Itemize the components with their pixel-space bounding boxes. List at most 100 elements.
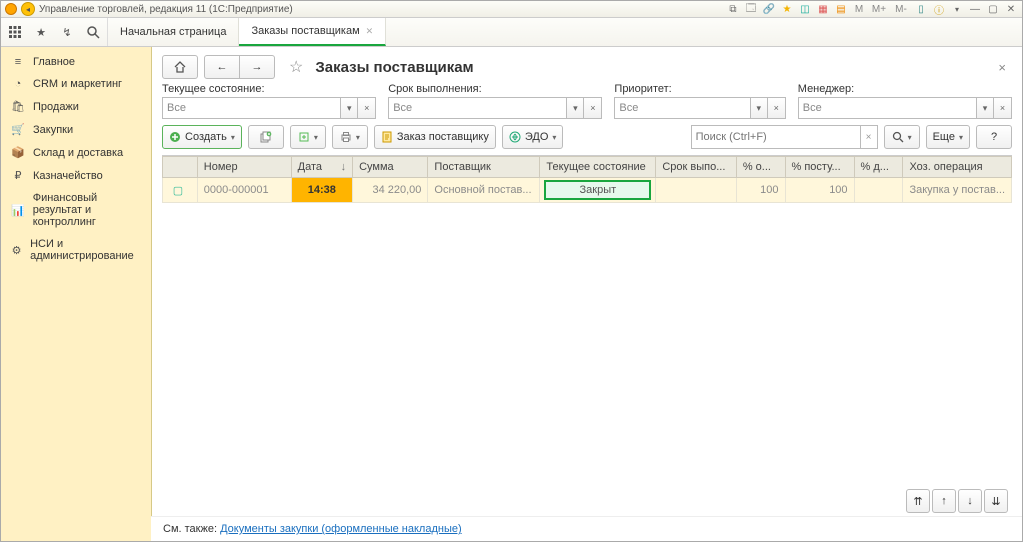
tab-label: Начальная страница bbox=[120, 26, 226, 38]
sidebar-item-main[interactable]: ≡Главное bbox=[1, 51, 151, 73]
filter-label: Срок выполнения: bbox=[388, 83, 602, 95]
tb-mplus[interactable]: M+ bbox=[870, 3, 888, 15]
tb-info-icon[interactable]: ⓘ bbox=[932, 3, 946, 15]
col-date[interactable]: Дата↓ bbox=[291, 157, 352, 178]
tb-dropdown-icon[interactable]: ▾ bbox=[950, 3, 964, 15]
see-also: См. также: Документы закупки (оформленны… bbox=[151, 516, 1022, 541]
col-pct-o[interactable]: % о... bbox=[736, 157, 785, 178]
filter-deadline-input[interactable] bbox=[388, 97, 566, 119]
col-pct-in[interactable]: % посту... bbox=[785, 157, 854, 178]
col-supplier[interactable]: Поставщик bbox=[428, 157, 540, 178]
dropdown-icon[interactable]: ▾ bbox=[976, 97, 994, 119]
see-also-link[interactable]: Документы закупки (оформленные накладные… bbox=[220, 523, 462, 535]
star-icon[interactable]: ★ bbox=[33, 24, 49, 40]
nav-last-button[interactable]: ⇊ bbox=[984, 489, 1008, 513]
dropdown-icon[interactable]: ▾ bbox=[340, 97, 358, 119]
cell-pct-o: 100 bbox=[736, 178, 785, 203]
search-input[interactable] bbox=[691, 125, 860, 149]
gear-icon: ⚙ bbox=[11, 244, 22, 257]
button-label: Еще bbox=[933, 131, 955, 143]
col-op[interactable]: Хоз. операция bbox=[903, 157, 1012, 178]
filter-deadline: Срок выполнения: ▾ × bbox=[388, 83, 602, 119]
sidebar-item-crm[interactable]: ◔ CRM и маркетинг bbox=[1, 73, 151, 95]
window-maximize[interactable]: ▢ bbox=[986, 3, 1000, 15]
page-header: ← → ☆ Заказы поставщикам × bbox=[152, 47, 1022, 83]
status-badge: Закрыт bbox=[544, 180, 651, 200]
chevron-down-icon: ▾ bbox=[356, 133, 360, 142]
col-label: Дата bbox=[298, 161, 322, 173]
nav-back-button[interactable]: ← bbox=[204, 55, 240, 79]
col-number[interactable]: Номер bbox=[197, 157, 291, 178]
tb-icon-5[interactable]: ▦ bbox=[816, 3, 830, 15]
search-button[interactable]: ▾ bbox=[884, 125, 920, 149]
edo-button[interactable]: ЭДО ▾ bbox=[502, 125, 564, 149]
filter-priority: Приоритет: ▾ × bbox=[614, 83, 785, 119]
cell-number: 0000-000001 bbox=[197, 178, 291, 203]
tab-label: Заказы поставщикам bbox=[251, 25, 359, 37]
filter-state-input[interactable] bbox=[162, 97, 340, 119]
clear-icon[interactable]: × bbox=[994, 97, 1012, 119]
filter-manager-input[interactable] bbox=[798, 97, 976, 119]
nav-home-button[interactable] bbox=[162, 55, 198, 79]
col-pct-d[interactable]: % д... bbox=[854, 157, 903, 178]
sidebar-item-sales[interactable]: 🛍Продажи bbox=[1, 95, 151, 118]
filter-priority-input[interactable] bbox=[614, 97, 749, 119]
tb-icon-6[interactable]: ▤ bbox=[834, 3, 848, 15]
sidebar-item-label: CRM и маркетинг bbox=[33, 78, 122, 90]
table-row[interactable]: ▢ 0000-000001 14:38 34 220,00 Основной п… bbox=[163, 178, 1012, 203]
sidebar-item-fin[interactable]: 📊Финансовый результат и контроллинг bbox=[1, 187, 151, 233]
print-button[interactable]: ▾ bbox=[332, 125, 368, 149]
link-icon[interactable]: ↯ bbox=[59, 24, 75, 40]
titlebar-back-icon[interactable]: ◂ bbox=[21, 2, 35, 16]
tab-home[interactable]: Начальная страница bbox=[108, 18, 239, 46]
tb-mminus[interactable]: M- bbox=[892, 3, 910, 15]
more-button[interactable]: Еще▾ bbox=[926, 125, 970, 149]
dropdown-icon[interactable]: ▾ bbox=[566, 97, 584, 119]
tb-icon-2[interactable]: 🗔 bbox=[744, 3, 758, 15]
tb-icon-4[interactable]: ◫ bbox=[798, 3, 812, 15]
sidebar-item-nsi[interactable]: ⚙НСИ и администрирование bbox=[1, 233, 151, 267]
table-header-row: Номер Дата↓ Сумма Поставщик Текущее сост… bbox=[163, 157, 1012, 178]
clear-icon[interactable]: × bbox=[768, 97, 786, 119]
sidebar-item-label: Склад и доставка bbox=[33, 147, 123, 159]
copy-button[interactable] bbox=[248, 125, 284, 149]
chevron-down-icon: ▾ bbox=[552, 133, 556, 142]
refresh-button[interactable]: ▾ bbox=[290, 125, 326, 149]
home-icon: ≡ bbox=[11, 56, 25, 68]
create-button[interactable]: Создать ▾ bbox=[162, 125, 242, 149]
tb-star-icon[interactable]: ★ bbox=[780, 3, 794, 15]
tab-close-icon[interactable]: ✕ bbox=[366, 26, 374, 37]
tab-orders[interactable]: Заказы поставщикам ✕ bbox=[239, 18, 386, 46]
col-deadline[interactable]: Срок выпо... bbox=[656, 157, 736, 178]
col-state[interactable]: Текущее состояние bbox=[540, 157, 656, 178]
search-icon[interactable] bbox=[85, 24, 101, 40]
dropdown-icon[interactable]: ▾ bbox=[750, 97, 768, 119]
nav-first-button[interactable]: ⇈ bbox=[906, 489, 930, 513]
sidebar-item-label: Продажи bbox=[33, 101, 79, 113]
sidebar-item-purchases[interactable]: 🛒Закупки bbox=[1, 118, 151, 141]
col-icon[interactable] bbox=[163, 157, 198, 178]
nav-up-button[interactable]: ↑ bbox=[932, 489, 956, 513]
window-minimize[interactable]: — bbox=[968, 3, 982, 15]
clear-icon[interactable]: × bbox=[584, 97, 602, 119]
sidebar-item-treasury[interactable]: ₽Казначейство bbox=[1, 164, 151, 187]
col-sum[interactable]: Сумма bbox=[353, 157, 428, 178]
favorite-star-icon[interactable]: ☆ bbox=[289, 57, 303, 77]
nav-forward-button[interactable]: → bbox=[240, 55, 275, 79]
close-page-button[interactable]: × bbox=[992, 60, 1012, 75]
cell-date: 14:38 bbox=[291, 178, 352, 203]
sidebar-item-warehouse[interactable]: 📦Склад и доставка bbox=[1, 141, 151, 164]
clear-search-icon[interactable]: × bbox=[860, 125, 878, 149]
tb-icon-7[interactable]: ▯ bbox=[914, 3, 928, 15]
order-supplier-button[interactable]: Заказ поставщику bbox=[374, 125, 496, 149]
nav-down-button[interactable]: ↓ bbox=[958, 489, 982, 513]
tb-icon-3[interactable]: 🔗 bbox=[762, 3, 776, 15]
cell-pct-d bbox=[854, 178, 903, 203]
clear-icon[interactable]: × bbox=[358, 97, 376, 119]
tb-icon-1[interactable]: ⧉ bbox=[726, 3, 740, 15]
apps-icon[interactable] bbox=[7, 24, 23, 40]
crm-icon: ◔ bbox=[11, 78, 25, 90]
help-button[interactable]: ? bbox=[976, 125, 1012, 149]
window-close[interactable]: ✕ bbox=[1004, 3, 1018, 15]
tb-m[interactable]: M bbox=[852, 3, 866, 15]
